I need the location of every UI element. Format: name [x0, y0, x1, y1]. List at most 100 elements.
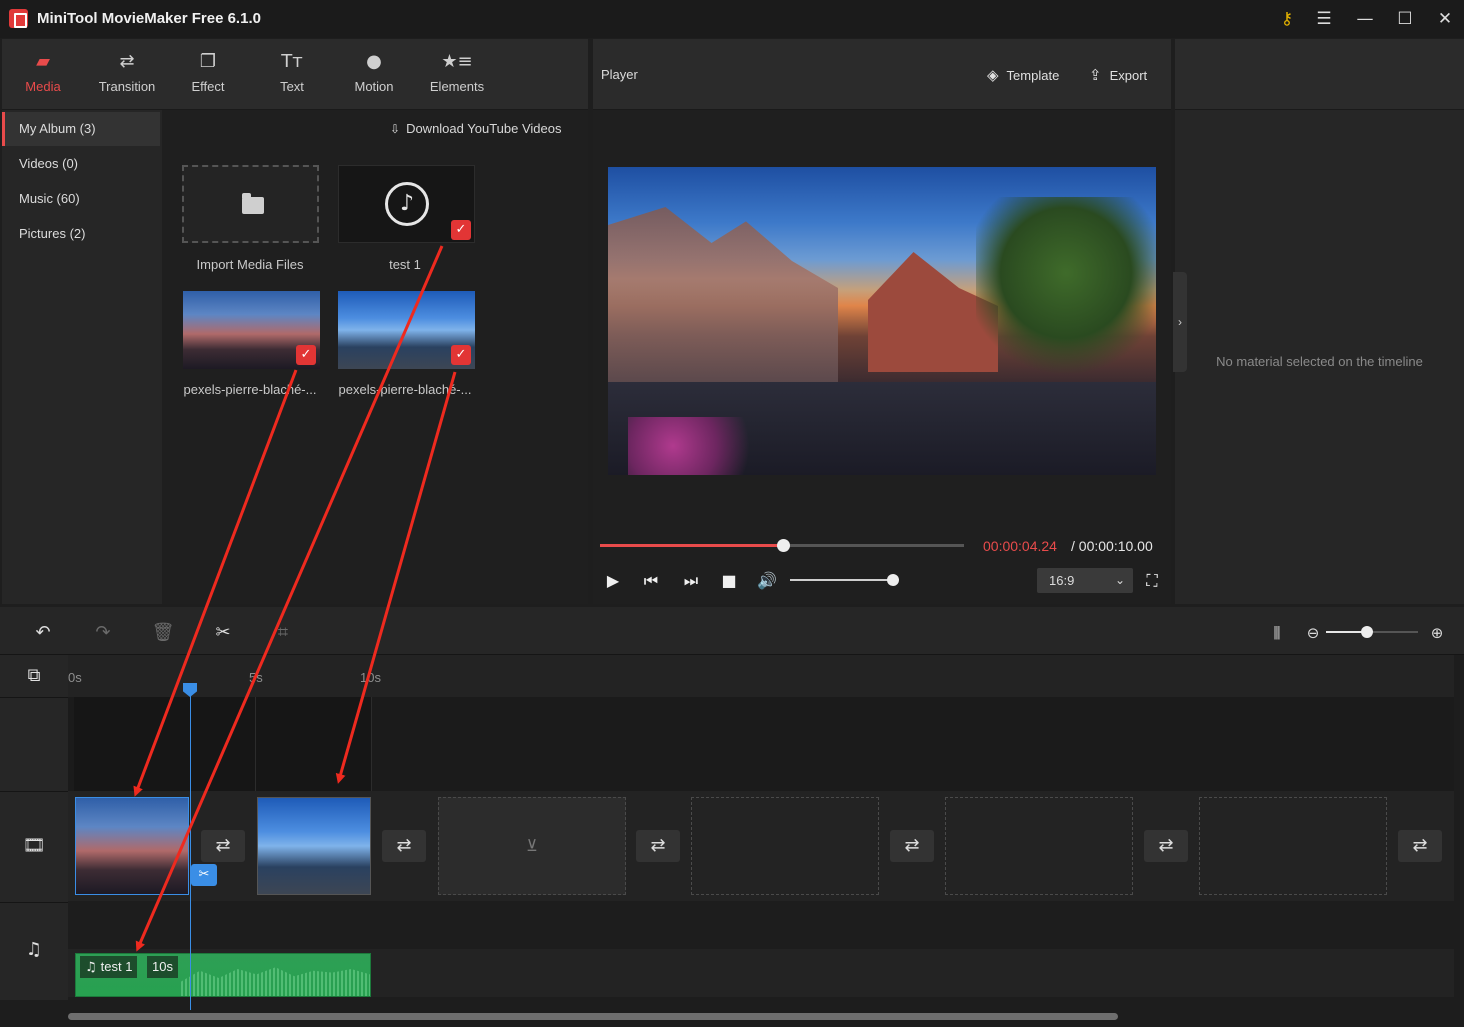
audio-clip-duration: 10s [147, 956, 178, 978]
layers-icon: ◈ [987, 66, 999, 84]
redo-icon[interactable]: ↷ [90, 620, 116, 646]
drop-here-icon: ⊻ [526, 836, 538, 855]
media-item-label: pexels-pierre-blaché-... [338, 382, 472, 397]
previous-frame-icon[interactable]: ⏮ [640, 570, 662, 592]
play-icon[interactable]: ▶ [602, 570, 624, 592]
category-tab-bar: ▰ Media ⇄ Transition ❐ Effect Tт Text ● … [2, 39, 588, 110]
video-preview [608, 167, 1156, 475]
template-button[interactable]: ◈ Template [987, 66, 1059, 84]
player-title: Player [601, 67, 638, 82]
zoom-handle[interactable] [1361, 626, 1373, 638]
maximize-icon[interactable]: ☐ [1394, 8, 1416, 30]
empty-clip-slot[interactable] [945, 797, 1133, 895]
transition-slot-icon[interactable]: ⇄ [1144, 830, 1188, 862]
app-logo-icon [9, 9, 28, 28]
volume-slider[interactable] [790, 579, 894, 581]
album-sidebar: My Album (3) Videos (0) Music (60) Pictu… [2, 110, 162, 604]
sidebar-item-pictures[interactable]: Pictures (2) [2, 217, 160, 251]
split-icon[interactable]: ✂ [210, 620, 236, 646]
music-track-icon: ♫ [25, 939, 43, 960]
key-icon[interactable]: ⚷ [1276, 8, 1298, 30]
ruler-label: 0s [68, 670, 82, 685]
empty-clip-slot[interactable] [1199, 797, 1387, 895]
folder-icon: ▰ [36, 51, 50, 72]
checked-icon[interactable]: ✓ [451, 345, 471, 365]
tab-transition[interactable]: ⇄ Transition [90, 39, 164, 110]
audio-clip-name: ♫ test 1 [80, 956, 138, 978]
sidebar-item-my-album[interactable]: My Album (3) [2, 112, 160, 146]
ruler-label: 10s [360, 670, 381, 685]
transition-slot-icon[interactable]: ⇄ [201, 830, 245, 862]
sidebar-item-videos[interactable]: Videos (0) [2, 147, 160, 181]
aspect-ratio-select[interactable]: 16:9 ⌄ [1037, 568, 1133, 593]
stop-icon[interactable]: ■ [718, 570, 740, 592]
tab-motion[interactable]: ● Motion [346, 39, 402, 110]
crop-icon[interactable]: ⌗ [270, 620, 296, 646]
current-time: 00:00:04.24 [983, 538, 1057, 554]
minimize-icon[interactable]: — [1354, 8, 1376, 30]
download-youtube-link[interactable]: ⇩ Download YouTube Videos [390, 121, 561, 136]
transition-slot-icon[interactable]: ⇄ [382, 830, 426, 862]
tab-media[interactable]: ▰ Media [14, 39, 72, 110]
volume-icon[interactable]: 🔊 [756, 570, 778, 592]
track-divider [0, 697, 68, 698]
close-icon[interactable]: ✕ [1434, 8, 1456, 30]
properties-panel [1175, 39, 1464, 604]
fullscreen-icon[interactable]: ⛶ [1141, 570, 1163, 592]
download-icon: ⇩ [390, 122, 401, 136]
overlay-segment [74, 697, 256, 791]
export-button[interactable]: ⇪ Export [1089, 66, 1147, 84]
music-note-icon: ♪ [385, 182, 429, 226]
video-clip[interactable] [75, 797, 189, 895]
import-media-button[interactable] [182, 165, 319, 243]
player-header [593, 39, 1171, 110]
volume-handle[interactable] [887, 574, 899, 586]
add-track-icon[interactable]: ⧉ [22, 664, 46, 688]
music-note-icon: ♫ [85, 960, 97, 975]
track-divider [0, 791, 68, 792]
transition-slot-icon[interactable]: ⇄ [636, 830, 680, 862]
text-icon: Tт [281, 51, 303, 72]
export-icon: ⇪ [1089, 66, 1102, 84]
delete-icon[interactable]: 🗑 [150, 620, 176, 646]
undo-icon[interactable]: ↶ [30, 620, 56, 646]
media-item-label: test 1 [389, 257, 421, 272]
app-title: MiniTool MovieMaker Free 6.1.0 [37, 10, 261, 27]
zoom-out-icon[interactable]: ⊖ [1300, 620, 1326, 646]
menu-icon[interactable]: ☰ [1313, 8, 1335, 30]
sidebar-item-music[interactable]: Music (60) [2, 182, 160, 216]
chevron-down-icon: ⌄ [1114, 573, 1125, 587]
timeline-ruler[interactable] [68, 655, 1454, 697]
tab-text[interactable]: Tт Text [264, 39, 320, 110]
transition-slot-icon[interactable]: ⇄ [1398, 830, 1442, 862]
empty-clip-slot[interactable] [691, 797, 879, 895]
transition-slot-icon[interactable]: ⇄ [890, 830, 934, 862]
track-divider [0, 902, 68, 903]
audio-waveform [181, 967, 370, 996]
split-at-playhead-button[interactable]: ✂ [191, 864, 217, 886]
checked-icon[interactable]: ✓ [451, 220, 471, 240]
total-time: / 00:00:10.00 [1071, 538, 1153, 554]
effect-icon: ❐ [199, 51, 217, 72]
video-clip[interactable] [257, 797, 371, 895]
folder-icon [242, 193, 264, 214]
zoom-in-icon[interactable]: ⊕ [1424, 620, 1450, 646]
playback-progress-fill [600, 544, 783, 547]
next-frame-icon[interactable]: ⏭ [680, 570, 702, 592]
overlay-segment [256, 697, 372, 791]
empty-clip-slot[interactable]: ⊻ [438, 797, 626, 895]
tab-elements[interactable]: ★≡ Elements [422, 39, 492, 110]
video-track-icon: 🎞 [22, 835, 46, 856]
elements-icon: ★≡ [441, 51, 473, 72]
fit-timeline-icon[interactable]: ⫼ [1264, 620, 1290, 646]
properties-header [1175, 39, 1464, 110]
checked-icon[interactable]: ✓ [296, 345, 316, 365]
media-item-label: Import Media Files [196, 257, 304, 272]
ruler-label: 5s [249, 670, 263, 685]
motion-icon: ● [366, 51, 382, 72]
playback-progress-handle[interactable] [777, 539, 790, 552]
properties-empty-message: No material selected on the timeline [1216, 354, 1423, 369]
timeline-scrollbar[interactable] [68, 1013, 1118, 1020]
tab-effect[interactable]: ❐ Effect [180, 39, 236, 110]
transition-icon: ⇄ [119, 51, 135, 72]
